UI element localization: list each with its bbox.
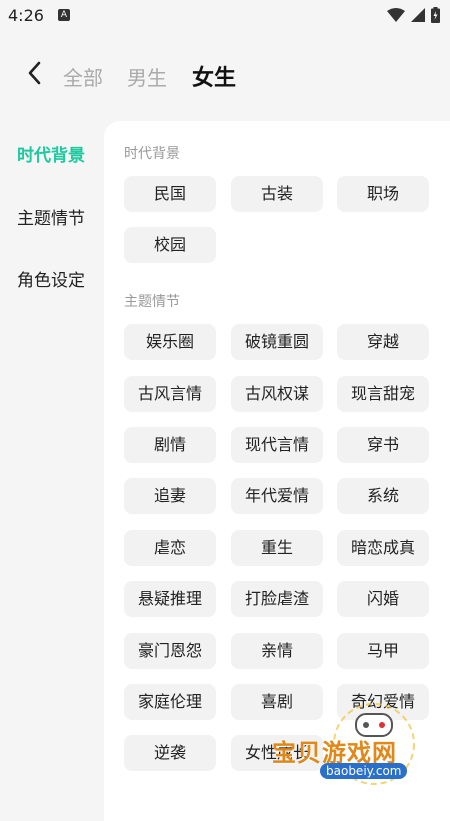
chevron-left-icon (28, 61, 41, 85)
tag-chip[interactable]: 古风言情 (124, 376, 216, 412)
tag-chip[interactable]: 现代言情 (231, 427, 323, 463)
tag-chip[interactable]: 马甲 (337, 633, 429, 669)
tag-chip[interactable]: 逆袭 (124, 735, 216, 771)
tag-chip[interactable]: 古风权谋 (231, 376, 323, 412)
tag-chip[interactable]: 豪门恩怨 (124, 633, 216, 669)
notification-icon: A (58, 9, 70, 21)
tag-chip[interactable]: 虐恋 (124, 530, 216, 566)
back-button[interactable] (24, 60, 46, 86)
sidebar-item-era-background[interactable]: 时代背景 (17, 141, 85, 166)
header: 全部 男生 女生 (0, 50, 450, 98)
section-title: 主题情节 (124, 294, 180, 310)
status-icons (387, 7, 440, 23)
battery-icon (431, 7, 440, 23)
wifi-icon (387, 8, 405, 22)
tag-chip[interactable]: 娱乐圈 (124, 324, 216, 360)
tag-chip[interactable]: 悬疑推理 (124, 581, 216, 617)
sidebar-item-role-setting[interactable]: 角色设定 (17, 266, 85, 291)
status-bar: 4:26 A (0, 0, 450, 32)
tag-chip[interactable]: 职场 (337, 176, 429, 212)
watermark-url: baobeiy.com (320, 763, 408, 779)
tag-chip[interactable]: 暗恋成真 (337, 530, 429, 566)
signal-icon (411, 8, 425, 22)
tag-chip[interactable]: 古装 (231, 176, 323, 212)
tag-chip[interactable]: 现言甜宠 (337, 376, 429, 412)
tag-chip[interactable]: 年代爱情 (231, 478, 323, 514)
tag-chip[interactable]: 重生 (231, 530, 323, 566)
tag-chip[interactable]: 民国 (124, 176, 216, 212)
tab-female[interactable]: 女生 (192, 60, 236, 92)
tag-chip[interactable]: 系统 (337, 478, 429, 514)
tag-chip[interactable]: 校园 (124, 227, 216, 263)
tag-chip[interactable]: 追妻 (124, 478, 216, 514)
tag-chip[interactable]: 破镜重圆 (231, 324, 323, 360)
tag-chip[interactable]: 穿越 (337, 324, 429, 360)
tab-all[interactable]: 全部 (63, 62, 103, 91)
status-time: 4:26 (8, 6, 44, 25)
tab-male[interactable]: 男生 (127, 62, 167, 91)
sidebar-item-theme-plot[interactable]: 主题情节 (17, 204, 85, 229)
tag-chip[interactable]: 打脸虐渣 (231, 581, 323, 617)
tag-chip[interactable]: 穿书 (337, 427, 429, 463)
tag-chip[interactable]: 剧情 (124, 427, 216, 463)
section-title: 时代背景 (124, 146, 180, 162)
tag-chip[interactable]: 闪婚 (337, 581, 429, 617)
tag-chip[interactable]: 亲情 (231, 633, 323, 669)
tag-chip[interactable]: 家庭伦理 (124, 684, 216, 720)
